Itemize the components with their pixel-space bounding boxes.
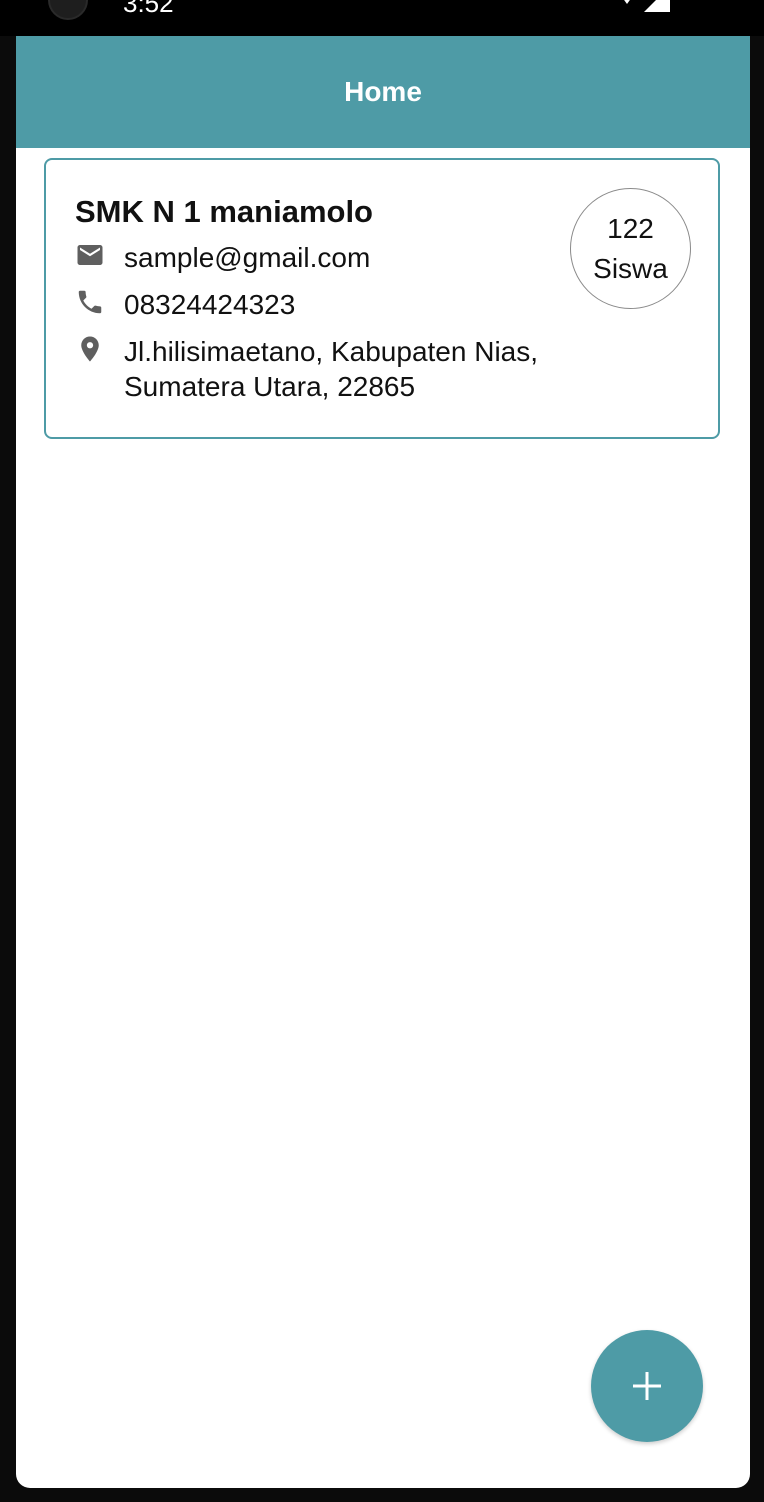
student-count: 122	[607, 212, 654, 244]
page-title: Home	[344, 76, 422, 107]
status-bar: 3:52	[0, 0, 764, 36]
app-screen: Home SMK N 1 maniamolo sample@gmail.com …	[16, 36, 750, 1488]
app-bar: Home	[16, 36, 750, 148]
email-icon	[77, 245, 103, 265]
school-card[interactable]: SMK N 1 maniamolo sample@gmail.com 08324…	[44, 158, 720, 439]
add-button[interactable]	[591, 1330, 703, 1442]
status-time: 3:52	[123, 0, 174, 18]
signal-icon	[644, 0, 670, 12]
phone-row: 08324424323	[75, 287, 295, 322]
phone-icon	[78, 290, 102, 314]
plus-icon	[633, 1372, 661, 1400]
address-line-2: Sumatera Utara, 22865	[124, 371, 416, 402]
school-email: sample@gmail.com	[124, 242, 371, 273]
address-row: Jl.hilisimaetano, Kabupaten Nias, Sumate…	[75, 334, 538, 404]
wifi-icon	[624, 0, 630, 4]
status-icons	[624, 0, 670, 12]
email-row: sample@gmail.com	[75, 240, 370, 275]
school-address: Jl.hilisimaetano, Kabupaten Nias, Sumate…	[124, 334, 538, 404]
student-count-badge: 122 Siswa	[570, 188, 691, 309]
address-line-1: Jl.hilisimaetano, Kabupaten Nias,	[124, 336, 539, 367]
location-pin-icon	[81, 336, 99, 362]
school-name: SMK N 1 maniamolo	[75, 194, 373, 229]
school-phone: 08324424323	[124, 289, 296, 320]
camera-cutout	[48, 0, 88, 20]
student-label: Siswa	[593, 252, 668, 284]
